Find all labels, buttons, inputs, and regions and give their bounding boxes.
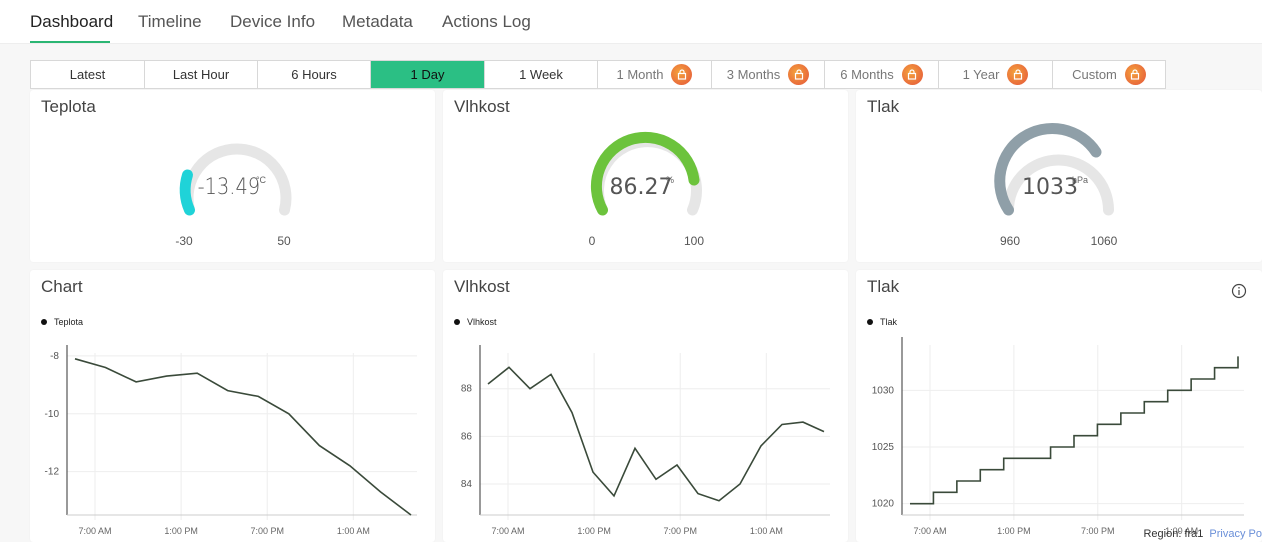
gauge-vlhkost: 86.27 % 0 100 (589, 131, 704, 248)
privacy-link[interactable]: Privacy Po (1209, 528, 1262, 540)
gauge-max: 50 (277, 234, 291, 248)
x-tick-label: 1:00 PM (997, 526, 1031, 536)
gauge-card-teplota: Teplota -13.49 °C -30 50 (30, 90, 435, 262)
x-tick-label: 1:00 PM (164, 526, 198, 536)
range-latest[interactable]: Latest (31, 61, 145, 88)
range-label: 6 Months (840, 67, 894, 82)
gauge-value-arc (179, 169, 195, 216)
series-line (910, 356, 1239, 505)
range-label: 1 Day (410, 67, 445, 82)
gauge-value: 1033 (1022, 175, 1078, 200)
range-last-hour[interactable]: Last Hour (145, 61, 258, 88)
lock-icon (788, 64, 810, 85)
range-6-hours[interactable]: 6 Hours (258, 61, 371, 88)
lock-icon (901, 64, 923, 85)
range-custom[interactable]: Custom (1053, 61, 1165, 88)
series-line (487, 366, 825, 502)
region-label: Region: fra1 (1143, 528, 1204, 540)
gauge-card-tlak: Tlak 1033 hPa 960 1060 (856, 90, 1262, 262)
gauge-max: 100 (684, 234, 704, 248)
gauge-card-vlhkost: Vlhkost 86.27 % 0 100 (443, 90, 848, 262)
lock-icon (1124, 64, 1146, 85)
chart-card-tlak: Tlak Tlak 7:00 AM 1:00 PM 7:00 PM 1:00 AM 10… (856, 270, 1262, 542)
y-tick-label: 1025 (872, 442, 895, 453)
range-3-months[interactable]: 3 Months (712, 61, 825, 88)
lock-icon (671, 64, 693, 85)
line-chart-teplota: 7:00 AM 1:00 PM 7:00 PM 1:00 AM -8 -10 -12 (45, 345, 417, 536)
active-tab-indicator (30, 41, 110, 43)
lock-icon (1007, 64, 1029, 85)
y-tick-label: 1030 (872, 385, 895, 396)
gauge-teplota: -13.49 °C -30 50 (175, 143, 292, 248)
tab-metadata[interactable]: Metadata (342, 12, 413, 32)
range-1-day[interactable]: 1 Day (371, 61, 485, 88)
tab-device-info[interactable]: Device Info (230, 12, 315, 32)
y-tick-label: 88 (461, 384, 473, 395)
x-tick-label: 7:00 PM (250, 526, 284, 536)
tab-dashboard[interactable]: Dashboard (30, 12, 113, 32)
range-1-year[interactable]: 1 Year (939, 61, 1053, 88)
range-6-months[interactable]: 6 Months (825, 61, 939, 88)
series-line (74, 358, 412, 516)
time-range-selector: Latest Last Hour 6 Hours 1 Day 1 Week 1 … (30, 60, 1166, 89)
gauge-value: -13.49 (198, 174, 260, 199)
gauge-min: 960 (1000, 234, 1020, 248)
range-1-week[interactable]: 1 Week (485, 61, 598, 88)
range-label: 1 Year (962, 67, 1000, 82)
range-label: Last Hour (172, 67, 230, 82)
chart-card-teplota: Chart Teplota 7:00 AM 1:00 PM 7:00 PM 1:00 … (30, 270, 435, 542)
y-tick-label: 86 (461, 431, 473, 442)
range-label: 6 Hours (291, 67, 337, 82)
gauge-min: 0 (589, 234, 596, 248)
gauge-value: 86.27 (610, 175, 673, 200)
y-tick-label: -12 (45, 467, 60, 478)
range-1-month[interactable]: 1 Month (598, 61, 712, 88)
chart-card-vlhkost: Vlhkost Vlhkost 7:00 AM 1:00 PM 7:00 PM 1:0… (443, 270, 848, 542)
y-tick-label: -10 (45, 409, 60, 420)
range-label: 3 Months (726, 67, 781, 82)
footer: Region: fra1 Privacy Po (1143, 528, 1262, 540)
range-label: Latest (69, 67, 106, 82)
x-tick-label: 7:00 PM (663, 526, 697, 536)
x-tick-label: 7:00 AM (491, 526, 524, 536)
x-tick-label: 1:00 PM (577, 526, 611, 536)
y-tick-label: 1020 (872, 499, 895, 510)
x-tick-label: 1:00 AM (337, 526, 370, 536)
range-label: Custom (1072, 67, 1117, 82)
range-label: 1 Month (616, 67, 664, 82)
x-tick-label: 1:00 AM (750, 526, 783, 536)
tab-actions-log[interactable]: Actions Log (442, 12, 531, 32)
top-nav: Dashboard Timeline Device Info Metadata … (0, 0, 1262, 44)
y-tick-label: 84 (461, 479, 473, 490)
line-chart-tlak: 7:00 AM 1:00 PM 7:00 PM 1:00 AM103010251020 (872, 337, 1244, 536)
x-tick-label: 7:00 AM (913, 526, 946, 536)
line-chart-vlhkost: 7:00 AM 1:00 PM 7:00 PM 1:00 AM 88 86 84 (461, 345, 830, 536)
gauge-unit: hPa (1072, 175, 1088, 185)
gauge-tlak: 1033 hPa 960 1060 (994, 123, 1118, 248)
gauge-unit: °C (256, 175, 267, 185)
gauge-min: -30 (175, 234, 193, 248)
x-tick-label: 7:00 AM (78, 526, 111, 536)
gauge-unit: % (666, 175, 674, 185)
gauge-max: 1060 (1091, 234, 1118, 248)
range-label: 1 Week (519, 67, 563, 82)
x-tick-label: 7:00 PM (1081, 526, 1115, 536)
tab-timeline[interactable]: Timeline (138, 12, 202, 32)
y-tick-label: -8 (50, 351, 59, 362)
